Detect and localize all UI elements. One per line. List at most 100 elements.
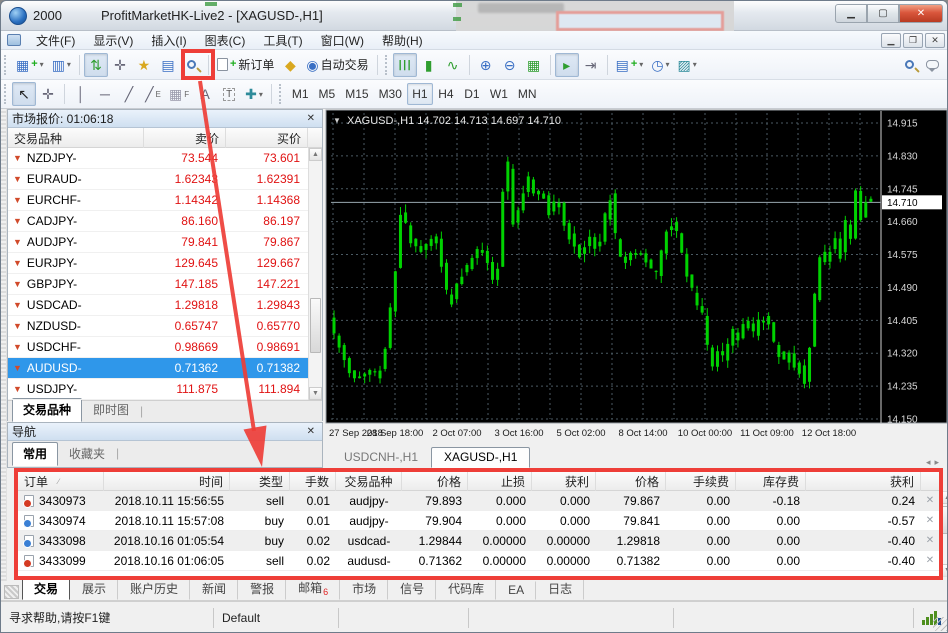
child-minimize-button[interactable]: ▁ <box>881 33 901 48</box>
order-close-icon[interactable]: ✕ <box>921 555 939 566</box>
timeframe-d1[interactable]: D1 <box>459 83 485 105</box>
column-bid[interactable]: 卖价 <box>144 128 226 148</box>
resize-grip[interactable] <box>933 617 947 631</box>
terminal-tab-日志[interactable]: 日志 <box>536 578 584 600</box>
orders-column-5[interactable]: 价格 <box>402 471 468 491</box>
timeframe-m5[interactable]: M5 <box>314 83 341 105</box>
market-watch-close-icon[interactable]: ✕ <box>304 113 318 124</box>
metaeditor-button[interactable]: ◆ <box>278 53 302 77</box>
menu-item-帮助[interactable]: 帮助(H) <box>373 30 432 51</box>
order-close-icon[interactable]: ✕ <box>921 495 939 506</box>
chart-tab-xagusd[interactable]: XAGUSD-,H1 <box>431 447 530 468</box>
terminal-tab-信号[interactable]: 信号 <box>388 578 436 600</box>
fibonacci-tool-button[interactable]: ▦ F <box>165 82 193 106</box>
orders-column-10[interactable]: 库存费 <box>736 471 806 491</box>
navigator-button[interactable]: ★ <box>132 53 156 77</box>
indicators-button[interactable]: ▤ + ▾ <box>612 53 648 77</box>
orders-column-4[interactable]: 交易品种 <box>336 471 402 491</box>
market-watch-row[interactable]: ▼NZDJPY-73.54473.601 <box>8 148 322 169</box>
order-close-icon[interactable]: ✕ <box>921 535 939 546</box>
tab-tick-chart[interactable]: 即时图 <box>82 398 140 422</box>
terminal-tab-邮箱[interactable]: 邮箱6 <box>286 577 340 600</box>
orders-column-11[interactable]: 获利 <box>806 471 921 491</box>
cursor-tool-button[interactable]: ↖ <box>12 82 36 106</box>
terminal-tab-代码库[interactable]: 代码库 <box>436 578 496 600</box>
shapes-dropdown-button[interactable]: ✚ ▾ <box>241 82 267 106</box>
navigator-close-icon[interactable]: ✕ <box>304 426 318 437</box>
menu-item-窗口[interactable]: 窗口(W) <box>312 30 373 51</box>
terminal-tab-警报[interactable]: 警报 <box>238 578 286 600</box>
terminal-button[interactable]: ▤ <box>156 53 180 77</box>
market-watch-row[interactable]: ▼NZDUSD-0.657470.65770 <box>8 316 322 337</box>
timeframe-m15[interactable]: M15 <box>340 83 373 105</box>
market-watch-row[interactable]: ▼USDJPY-111.875111.894 <box>8 379 322 400</box>
order-row[interactable]: 34309742018.10.11 15:57:08buy0.01audjpy-… <box>18 511 939 531</box>
crosshair-tool-button[interactable]: ✛ <box>36 82 60 106</box>
order-row[interactable]: 34330982018.10.16 01:05:54buy0.02usdcad-… <box>18 531 939 551</box>
bar-chart-button[interactable]: ☰ <box>393 53 417 77</box>
chat-icon[interactable] <box>926 60 939 69</box>
market-watch-row[interactable]: ▼EURAUD-1.623431.62391 <box>8 169 322 190</box>
timeframe-w1[interactable]: W1 <box>485 83 513 105</box>
timeframe-mn[interactable]: MN <box>513 83 542 105</box>
candlestick-chart-button[interactable]: ▮ <box>417 53 441 77</box>
strategy-tester-button[interactable] <box>180 53 204 77</box>
scroll-up-icon[interactable]: ▲ <box>309 148 322 161</box>
tile-windows-button[interactable]: ▦ <box>522 53 546 77</box>
terminal-tab-市场[interactable]: 市场 <box>340 578 388 600</box>
chart-tab-usdcnh[interactable]: USDCNH-,H1 <box>331 447 431 468</box>
orders-column-0[interactable]: 订单∕ <box>18 471 104 491</box>
chart-tab-scroll-arrows[interactable]: ◂▸ <box>926 457 943 468</box>
orders-column-8[interactable]: 价格 <box>596 471 666 491</box>
orders-column-9[interactable]: 手续费 <box>666 471 736 491</box>
price-chart[interactable]: 14.91514.83014.74514.66014.57514.49014.4… <box>325 109 948 447</box>
orders-column-3[interactable]: 手数 <box>290 471 336 491</box>
timeframe-h4[interactable]: H4 <box>433 83 459 105</box>
terminal-tab-EA[interactable]: EA <box>496 581 536 600</box>
profiles-button[interactable]: ▥ ▾ <box>48 53 75 77</box>
column-symbol[interactable]: 交易品种 <box>8 128 144 148</box>
new-chart-button[interactable]: ▦ + ▾ <box>12 53 48 77</box>
market-watch-row[interactable]: ▼USDCHF-0.986690.98691 <box>8 337 322 358</box>
chart-shift-button[interactable]: ⇥ <box>579 53 603 77</box>
menu-item-显示[interactable]: 显示(V) <box>84 30 142 51</box>
market-watch-toggle-button[interactable]: ⇅ <box>84 53 108 77</box>
timeframe-m1[interactable]: M1 <box>287 83 314 105</box>
terminal-tab-账户历史[interactable]: 账户历史 <box>118 578 190 600</box>
orders-column-2[interactable]: 类型 <box>230 471 290 491</box>
periods-button[interactable]: ◷ ▾ <box>647 53 673 77</box>
terminal-tab-交易[interactable]: 交易 <box>22 578 70 600</box>
column-ask[interactable]: 买价 <box>226 128 308 148</box>
terminal-drag-handle[interactable] <box>4 585 19 599</box>
toolbar-grip[interactable] <box>279 84 284 104</box>
market-watch-row[interactable]: ▼EURJPY-129.645129.667 <box>8 253 322 274</box>
templates-button[interactable]: ▨ ▾ <box>674 53 701 77</box>
close-button[interactable]: ✕ <box>899 4 943 23</box>
toolbar-grip[interactable] <box>4 84 9 104</box>
scroll-down-icon[interactable]: ▼ <box>309 387 322 400</box>
terminal-tab-展示[interactable]: 展示 <box>70 578 118 600</box>
vertical-line-tool-button[interactable]: │ <box>69 82 93 106</box>
autotrading-button[interactable]: ◉自动交易 <box>302 53 372 77</box>
tab-favorites[interactable]: 收藏夹 <box>58 442 116 466</box>
market-watch-row[interactable]: ▼GBPJPY-147.185147.221 <box>8 274 322 295</box>
zoom-out-button[interactable]: ⊖ <box>498 53 522 77</box>
orders-column-1[interactable]: 时间 <box>104 471 230 491</box>
zoom-in-button[interactable]: ⊕ <box>474 53 498 77</box>
terminal-scrollbar[interactable]: ▲ ▼ <box>940 491 948 577</box>
timeframe-h1[interactable]: H1 <box>407 83 433 105</box>
scroll-thumb[interactable] <box>310 298 321 353</box>
tab-common[interactable]: 常用 <box>12 442 58 466</box>
tab-symbols[interactable]: 交易品种 <box>12 398 82 422</box>
menu-item-图表[interactable]: 图表(C) <box>196 30 255 51</box>
orders-column-7[interactable]: 获利 <box>532 471 596 491</box>
line-chart-button[interactable]: ∿ <box>441 53 465 77</box>
market-watch-title-bar[interactable]: 市场报价: 01:06:18 ✕ <box>8 110 322 128</box>
menu-item-插入[interactable]: 插入(I) <box>142 30 195 51</box>
navigator-title-bar[interactable]: 导航 ✕ <box>8 423 322 441</box>
auto-scroll-button[interactable]: ▸ <box>555 53 579 77</box>
orders-column-6[interactable]: 止损 <box>468 471 532 491</box>
toolbar-grip[interactable] <box>4 55 9 75</box>
order-row[interactable]: 34309732018.10.11 15:56:55sell0.01audjpy… <box>18 491 939 511</box>
market-watch-row[interactable]: ▼AUDUSD-0.713620.71382 <box>8 358 322 379</box>
